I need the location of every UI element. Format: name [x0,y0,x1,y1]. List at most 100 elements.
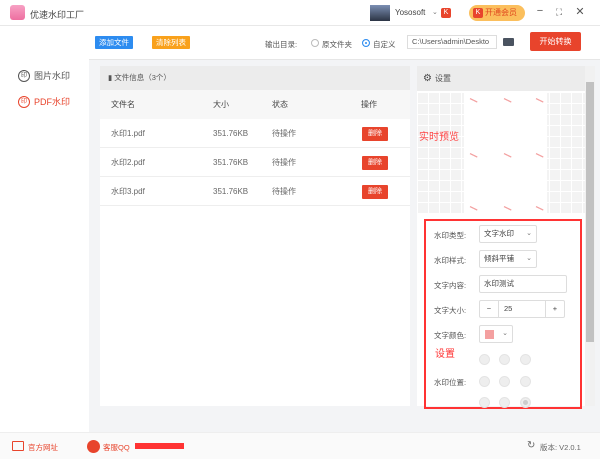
qq-redacted [135,443,184,449]
sidebar-item-image-watermark[interactable]: 印图片水印 [18,69,70,82]
website-link[interactable]: 官方网址 [28,442,58,453]
output-label: 输出目录: [265,40,298,49]
delete-button[interactable]: 删除 [362,127,388,141]
file-name: 水印3.pdf [111,187,145,196]
wm-type-value: 文字水印 [484,229,514,238]
position-bottom-left[interactable] [479,397,490,408]
position-bottom-right[interactable] [520,397,531,408]
stamp-icon: 印 [18,95,30,108]
file-status: 待操作 [272,158,296,167]
column-header: 操作 [361,100,377,109]
column-header: 文件名 [111,100,135,109]
position-middle-left[interactable] [479,376,490,387]
table-row: 水印2.pdf 351.76KB 待操作 删除 [100,148,410,177]
settings-header: ⚙ 设置 [417,66,585,91]
vip-button[interactable]: K 开通会员 [469,5,525,21]
position-bottom-center[interactable] [499,397,510,408]
app-logo-icon [10,5,25,20]
add-files-button[interactable]: 添加文件 [95,36,133,49]
version-label: 版本: V2.0.1 [540,443,581,452]
column-header: 状态 [272,100,288,109]
column-header: 大小 [213,100,229,109]
radio-custom[interactable] [362,39,370,47]
settings-title: 设置 [435,74,451,83]
text-size-label: 文字大小: [434,306,467,315]
sidebar: 印图片水印 印 PDF水印 [0,27,89,432]
file-size: 351.76KB [213,158,249,167]
file-status: 待操作 [272,187,296,196]
avatar[interactable] [370,5,390,21]
file-name: 水印1.pdf [111,129,145,138]
start-convert-button[interactable]: 开始转换 [530,32,581,51]
table-header: 文件名 大小 状态 操作 [100,90,410,119]
delete-button[interactable]: 删除 [362,185,388,199]
wm-type-select[interactable]: 文字水印 ⌄ [479,225,537,243]
output-path-input[interactable]: C:\Users\admin\Deskto [407,35,497,49]
scrollbar-thumb[interactable] [586,82,594,342]
preview-page: ▬▬ ▬▬ ▬▬ ▬▬ ▬▬ ▬▬ ▬▬ ▬▬ ▬▬ [464,92,547,214]
maximize-button[interactable]: ⛶ [552,7,566,18]
close-button[interactable]: ✕ [573,5,587,18]
app-title: 优速水印工厂 [30,10,85,20]
chevron-down-icon: ⌄ [526,255,532,262]
title-bar: 优速水印工厂 Yososoft ⌄ K K 开通会员 − ⛶ ✕ [0,0,600,26]
vip-badge-icon: K [441,8,451,18]
refresh-icon[interactable]: ↻ [527,440,535,451]
settings-annotation: 设置 [435,349,455,360]
position-top-right[interactable] [520,354,531,365]
preview-label: 实时预览 [419,132,459,143]
delete-button[interactable]: 删除 [362,156,388,170]
text-content-label: 文字内容: [434,281,467,290]
text-size-stepper[interactable]: − 25 + [479,300,565,318]
custom-label: 自定义 [373,40,396,49]
text-color-label: 文字颜色: [434,331,467,340]
toolbar: 添加文件 清除列表 输出目录: 原文件夹 自定义 [89,27,600,60]
file-icon: ▮ [108,73,113,82]
settings-panel: ⚙ 设置 ▬▬ ▬▬ ▬▬ ▬▬ ▬▬ ▬▬ ▬▬ ▬▬ ▬▬ 实时预览 水印类型: 文字水印… [417,66,585,409]
chevron-down-icon[interactable]: ⌄ [432,8,438,16]
increment-button[interactable]: + [545,301,564,317]
table-row: 水印1.pdf 351.76KB 待操作 删除 [100,119,410,148]
chevron-down-icon: ⌄ [526,230,532,237]
clear-list-button[interactable]: 清除列表 [152,36,190,49]
table-row: 水印3.pdf 351.76KB 待操作 删除 [100,177,410,206]
stamp-icon: 印 [18,69,30,82]
vip-label: 开通会员 [485,8,517,17]
gear-icon: ⚙ [423,73,432,84]
wm-style-select[interactable]: 倾斜平铺 ⌄ [479,250,537,268]
sidebar-item-label: 图片水印 [34,71,71,81]
file-size: 351.76KB [213,187,249,196]
decrement-button[interactable]: − [480,301,499,317]
username[interactable]: Yososoft [395,8,425,17]
text-size-value: 25 [504,304,513,313]
vip-icon: K [473,8,483,18]
minimize-button[interactable]: − [533,5,547,17]
chevron-down-icon: ⌄ [502,330,508,337]
color-swatch [485,330,494,339]
position-center[interactable] [499,376,510,387]
position-top-left[interactable] [479,354,490,365]
wm-type-label: 水印类型: [434,231,467,240]
wm-style-value: 倾斜平铺 [484,254,514,263]
original-folder-label: 原文件夹 [322,40,352,49]
wm-style-label: 水印样式: [434,256,467,265]
text-color-picker[interactable]: ⌄ [479,325,513,343]
file-list-header: ▮ 文件信息（3个） [100,66,410,90]
file-size: 351.76KB [213,129,249,138]
position-top-center[interactable] [499,354,510,365]
website-icon [12,441,24,451]
file-list-panel: ▮ 文件信息（3个） 文件名 大小 状态 操作 水印1.pdf 351.76KB… [100,66,410,406]
position-middle-right[interactable] [520,376,531,387]
support-qq-link[interactable]: 客服QQ [103,442,130,453]
live-preview: ▬▬ ▬▬ ▬▬ ▬▬ ▬▬ ▬▬ ▬▬ ▬▬ ▬▬ 实时预览 [417,92,585,214]
folder-icon[interactable] [503,38,514,46]
support-avatar-icon [87,440,100,453]
text-content-input[interactable]: 水印测试 [479,275,567,293]
footer: 官方网址 客服QQ ↻ 版本: V2.0.1 [0,432,600,459]
position-label: 水印位置: [434,378,467,387]
sidebar-item-pdf-watermark[interactable]: 印 PDF水印 [18,95,70,108]
file-list-title: 文件信息（3个） [114,73,171,82]
file-status: 待操作 [272,129,296,138]
radio-original-folder[interactable] [311,39,319,47]
file-name: 水印2.pdf [111,158,145,167]
